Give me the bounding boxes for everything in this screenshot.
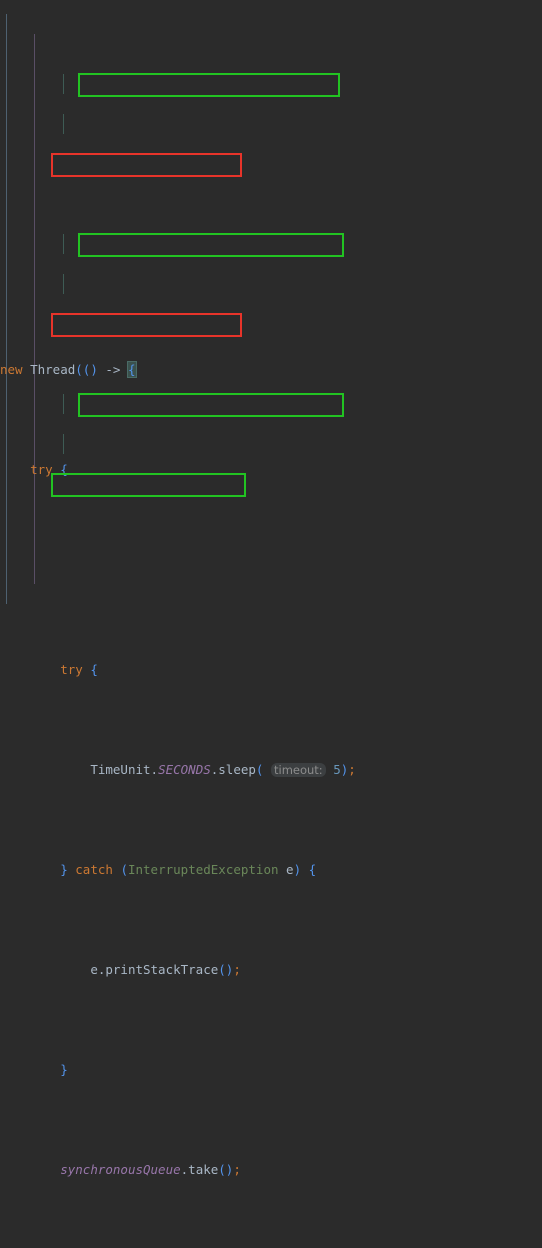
indent-guide [63,234,64,254]
lambda-arrow: -> [105,362,121,377]
brace-open: { [308,862,317,877]
method-print-stack-trace: printStackTrace [105,962,219,977]
keyword-catch: catch [75,862,113,877]
lambda-params: () [82,362,98,377]
indent-guide [63,74,64,94]
semicolon: ; [233,962,241,977]
dot: . [97,962,106,977]
paren-close: ) [293,862,302,877]
dot: . [210,762,219,777]
method-take: take [188,1162,219,1177]
var-e: e [286,862,294,877]
code-line-5[interactable]: TimeUnit.SECONDS.sleep( timeout: 5); [0,760,542,780]
field-seconds: SECONDS [158,762,211,777]
paren-empty: () [218,962,234,977]
brace-open-highlighted: { [127,361,137,378]
code-line-3-blank[interactable] [0,560,542,580]
keyword-try: try [60,662,83,677]
method-sleep: sleep [218,762,256,777]
number-5: 5 [333,762,341,777]
dot: . [150,762,159,777]
paren-close: ) [340,762,349,777]
indent-guide [63,114,64,134]
code-line-1[interactable]: new Thread(() -> { [0,360,542,380]
paren-empty: () [218,1162,234,1177]
code-line-8[interactable]: } [0,1060,542,1080]
code-editor[interactable]: new Thread(() -> { try { try { TimeUnit.… [0,0,542,1177]
semicolon: ; [348,762,356,777]
paren-open: ( [75,362,83,377]
brace-open: { [90,662,98,677]
keyword-new: new [0,362,23,377]
paren-open: ( [120,862,128,877]
dot: . [180,1162,189,1177]
var-e: e [90,962,98,977]
brace-close: } [60,862,68,877]
code-line-2[interactable]: try { [0,460,542,480]
class-thread: Thread [30,362,76,377]
code-line-7[interactable]: e.printStackTrace(); [0,960,542,980]
paren-open: ( [255,762,264,777]
brace-close: } [60,1062,68,1077]
code-line-9[interactable]: synchronousQueue.take(); [0,1160,542,1180]
code-line-4[interactable]: try { [0,660,542,680]
code-line-6[interactable]: } catch (InterruptedException e) { [0,860,542,880]
annotation-box-take-1 [51,153,242,177]
annotation-box-sleep-2 [78,233,344,257]
keyword-try: try [30,462,53,477]
brace-open: { [60,462,68,477]
field-synchronous-queue: synchronousQueue [60,1162,181,1177]
inline-hint-timeout: timeout: [270,763,326,777]
class-timeunit: TimeUnit [90,762,151,777]
semicolon: ; [233,1162,241,1177]
class-interrupted-exception: InterruptedException [127,862,279,877]
annotation-box-sleep-1 [78,73,340,97]
